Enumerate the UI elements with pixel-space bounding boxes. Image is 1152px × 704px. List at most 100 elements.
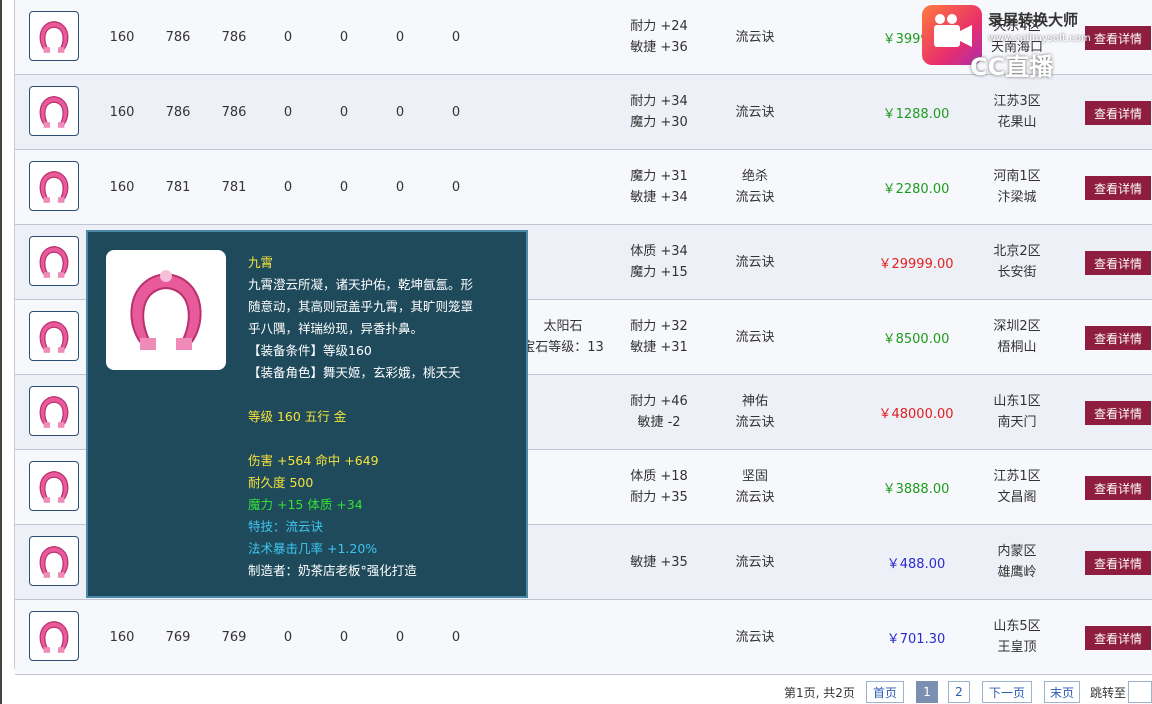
watermark-url: www.callmysoft.com (988, 33, 1091, 44)
server-name: 南天门 (997, 415, 1037, 430)
pager-info: 第1页, 共2页 (784, 685, 855, 700)
attribute-1: 耐力 +24 (630, 19, 688, 34)
skill-cell: 绝杀 流云诀 (715, 150, 795, 224)
pager-page-2[interactable]: 2 (948, 681, 970, 703)
stat-cell: 160 (109, 629, 135, 645)
view-detail-button[interactable]: 查看详情 (1085, 476, 1151, 500)
tooltip-req-level: 【装备条件】等级160 (248, 343, 372, 358)
table-row: 160 786 786 0 0 0 0 耐力 +34 魔力 +30 流云诀 ￥1288.00 江苏3区… (15, 75, 1152, 150)
stat-cell: 769 (165, 629, 191, 645)
pager-next-button[interactable]: 下一页 (982, 681, 1032, 703)
item-tooltip: 九霄 九霄澄云所凝，诸天护佑，乾坤氤氲。形 随意动，其高则冠盖乎九霄，其旷则笼罩… (86, 230, 528, 598)
stat-cell: 786 (165, 104, 191, 120)
server-cell: 河南1区 汴梁城 (977, 150, 1057, 224)
skill-cell: 流云诀 (715, 0, 795, 74)
item-thumbnail[interactable] (29, 536, 79, 586)
server-region: 山东5区 (993, 619, 1041, 634)
pager-first-button[interactable]: 首页 (866, 681, 904, 703)
stat-cell: 0 (395, 104, 405, 120)
attribute-1: 体质 +34 (630, 244, 688, 259)
stat-cell: 781 (221, 179, 247, 195)
stat-cell: 0 (283, 29, 293, 45)
pager-last-button[interactable]: 末页 (1044, 681, 1080, 703)
skill-2: 流云诀 (735, 190, 775, 205)
item-thumbnail[interactable] (29, 11, 79, 61)
view-detail-button[interactable]: 查看详情 (1085, 176, 1151, 200)
item-thumbnail[interactable] (29, 461, 79, 511)
item-thumbnail[interactable] (29, 236, 79, 286)
item-thumbnail[interactable] (29, 611, 79, 661)
tooltip-req-role: 【装备角色】舞天姬，玄彩娥，桃夭夭 (248, 365, 461, 380)
gem-name: 太阳石 (543, 319, 583, 334)
stat-cell: 0 (451, 29, 461, 45)
tooltip-crit: 法术暴击几率 +1.20% (248, 541, 378, 556)
stat-cell: 0 (339, 629, 349, 645)
server-region: 深圳2区 (993, 319, 1041, 334)
tooltip-bonus: 魔力 +15 体质 +34 (248, 497, 363, 512)
stat-cell: 786 (221, 104, 247, 120)
view-detail-button[interactable]: 查看详情 (1085, 251, 1151, 275)
pager-page-1[interactable]: 1 (916, 681, 938, 703)
price: ￥48000.00 (878, 406, 954, 422)
stat-cell: 160 (109, 179, 135, 195)
view-detail-button[interactable]: 查看详情 (1085, 626, 1151, 650)
skill-1: 流云诀 (735, 104, 775, 120)
tooltip-item-image (106, 250, 226, 370)
skill-1: 流云诀 (735, 554, 775, 570)
skill-cell: 流云诀 (715, 300, 795, 374)
view-detail-button[interactable]: 查看详情 (1085, 401, 1151, 425)
pager-jump-input[interactable] (1128, 681, 1152, 703)
item-thumbnail[interactable] (29, 86, 79, 136)
attribute-1: 耐力 +34 (630, 94, 688, 109)
stat-cell: 781 (165, 179, 191, 195)
stat-cell: 786 (165, 29, 191, 45)
watermark: 录屏转换大师 www.callmysoft.com CC直播 (922, 5, 1150, 81)
attribute-1: 魔力 +31 (630, 169, 688, 184)
view-detail-button[interactable]: 查看详情 (1085, 101, 1151, 125)
server-cell: 江苏1区 文昌阁 (977, 450, 1057, 524)
tooltip-desc-2: 随意动，其高则冠盖乎九霄，其旷则笼罩 (248, 299, 474, 314)
attribute-cell: 魔力 +31 敏捷 +34 (615, 150, 703, 224)
price: ￥8500.00 (882, 331, 950, 347)
skill-1: 流云诀 (735, 629, 775, 645)
server-name: 花果山 (997, 115, 1037, 130)
server-name: 梧桐山 (997, 340, 1037, 355)
attribute-2: 敏捷 +36 (630, 40, 688, 55)
server-name: 长安街 (997, 265, 1037, 280)
server-cell: 山东5区 王皇顶 (977, 600, 1057, 674)
stat-cell: 0 (451, 179, 461, 195)
tooltip-grade: 等级 160 五行 金 (248, 409, 347, 424)
skill-cell: 流云诀 (715, 525, 795, 599)
server-cell: 江苏3区花果山 (977, 75, 1057, 149)
skill-cell: 神佑 流云诀 (715, 375, 795, 449)
attribute-2: 魔力 +15 (630, 265, 688, 280)
attribute-1: 耐力 +32 (630, 319, 688, 334)
stat-cell: 0 (283, 629, 293, 645)
server-region: 江苏3区 (993, 94, 1041, 109)
skill-cell: 坚固 流云诀 (715, 450, 795, 524)
item-thumbnail[interactable] (29, 161, 79, 211)
stat-cell: 0 (283, 104, 293, 120)
skill-1: 流云诀 (735, 254, 775, 270)
attribute-1: 敏捷 +35 (630, 554, 688, 570)
server-cell: 深圳2区梧桐山 (977, 300, 1057, 374)
stat-cell: 0 (395, 179, 405, 195)
attribute-1: 体质 +18 (630, 469, 688, 484)
table-row: 160 781 781 0 0 0 0 魔力 +31 敏捷 +34 绝杀 流云诀 ￥2280.00 河南… (15, 150, 1152, 225)
item-thumbnail[interactable] (29, 386, 79, 436)
skill-1: 流云诀 (735, 29, 775, 45)
attribute-2: 敏捷 +34 (630, 190, 688, 205)
skill-1: 绝杀 (741, 169, 768, 184)
view-detail-button[interactable]: 查看详情 (1085, 326, 1151, 350)
skill-1: 神佑 (741, 394, 768, 409)
skill-cell: 流云诀 (715, 75, 795, 149)
server-cell: 北京2区 长安街 (977, 225, 1057, 299)
view-detail-button[interactable]: 查看详情 (1085, 551, 1151, 575)
watermark-title: 录屏转换大师 (988, 11, 1079, 29)
server-name: 汴梁城 (997, 190, 1037, 205)
item-thumbnail[interactable] (29, 311, 79, 361)
server-region: 内蒙区 (997, 544, 1037, 559)
attribute-cell: 耐力 +24 敏捷 +36 (615, 0, 703, 74)
skill-1: 流云诀 (735, 329, 775, 345)
price: ￥1288.00 (882, 106, 950, 122)
